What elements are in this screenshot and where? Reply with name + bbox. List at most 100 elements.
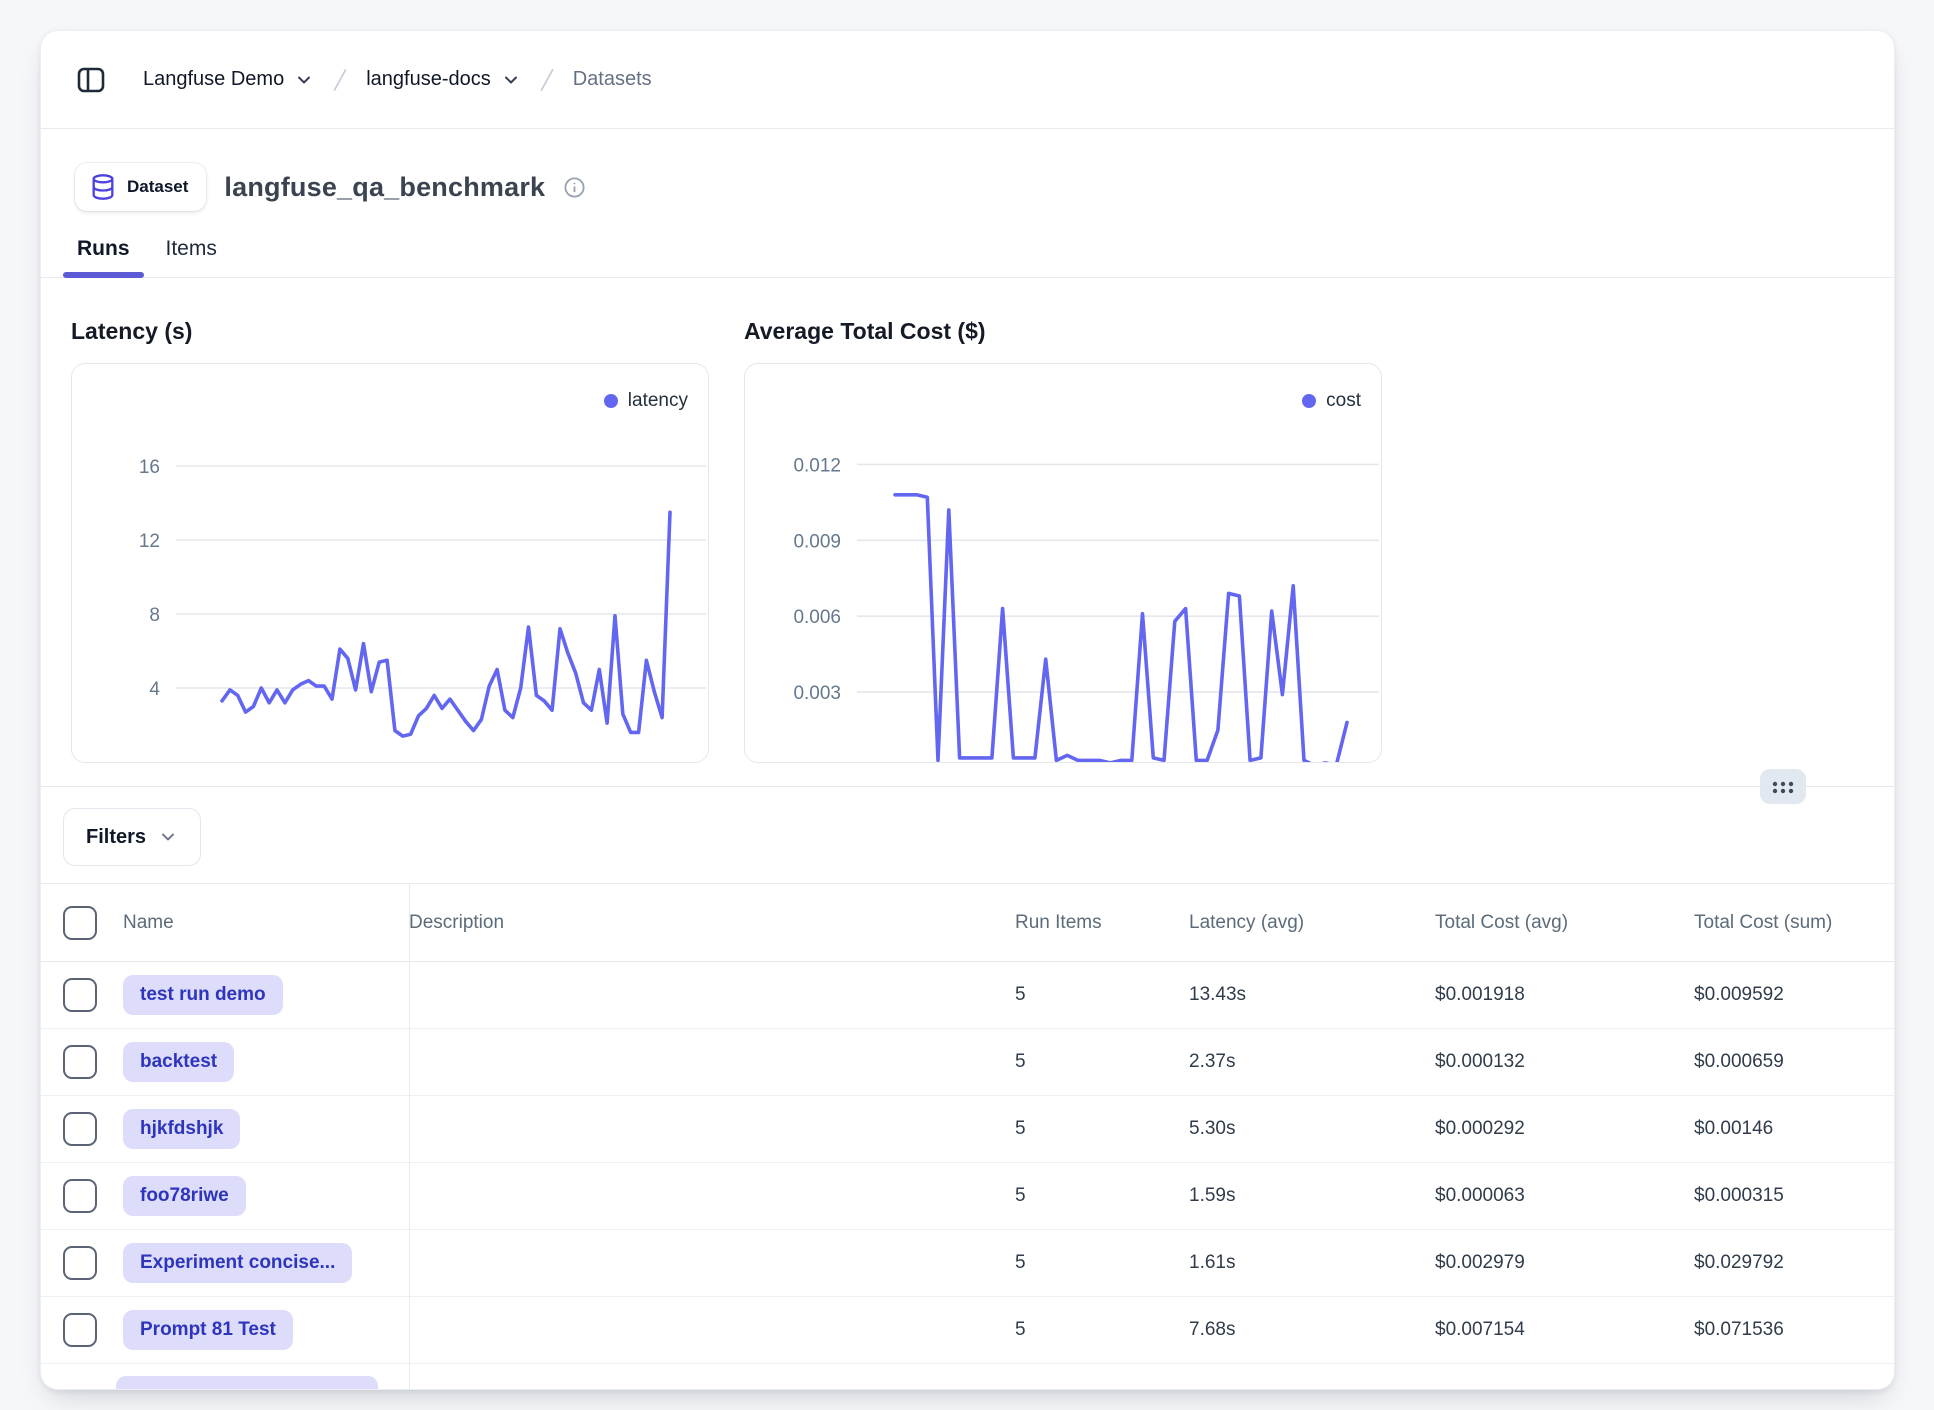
- cell-latency-avg: 1.59s: [1189, 1185, 1435, 1207]
- cell-run-items: 5: [1015, 984, 1189, 1006]
- row-checkbox[interactable]: [63, 1045, 97, 1079]
- filters-button[interactable]: Filters: [63, 808, 201, 866]
- row-checkbox[interactable]: [63, 1313, 97, 1347]
- cell-latency-avg: 2.37s: [1189, 1051, 1435, 1073]
- run-name-chip[interactable]: hjkfdshjk: [123, 1109, 240, 1149]
- run-name-chip[interactable]: backtest: [123, 1042, 234, 1082]
- svg-text:16: 16: [139, 457, 160, 478]
- table-row[interactable]: backtest 5 2.37s $0.000132 $0.000659: [41, 1029, 1894, 1096]
- tab-bar: Runs Items: [41, 223, 1894, 278]
- cell-total-cost-sum: $0.009592: [1694, 984, 1894, 1006]
- cell-total-cost-sum: $0.000659: [1694, 1051, 1894, 1073]
- chevron-down-icon: [294, 70, 314, 90]
- cell-total-cost-avg: $0.001918: [1435, 984, 1694, 1006]
- cell-latency-avg: 5.30s: [1189, 1118, 1435, 1140]
- column-header-run-items[interactable]: Run Items: [1015, 912, 1189, 934]
- table-row[interactable]: hjkfdshjk 5 5.30s $0.000292 $0.00146: [41, 1096, 1894, 1163]
- table-row[interactable]: Experiment concise... 5 1.61s $0.002979 …: [41, 1230, 1894, 1297]
- cell-run-items: 5: [1015, 1252, 1189, 1274]
- table-row-partial: [41, 1364, 1894, 1390]
- cell-run-items: 5: [1015, 1118, 1189, 1140]
- column-header-total-cost-avg[interactable]: Total Cost (avg): [1435, 912, 1694, 934]
- database-icon: [89, 173, 117, 201]
- legend-label: latency: [628, 390, 688, 412]
- latency-legend: latency: [604, 390, 688, 412]
- app-window: Langfuse Demo langfuse-docs Datasets: [40, 30, 1895, 1390]
- svg-text:0.006: 0.006: [793, 607, 841, 628]
- svg-text:0.009: 0.009: [793, 531, 841, 552]
- sidebar-toggle-button[interactable]: [75, 64, 107, 96]
- row-checkbox[interactable]: [63, 1246, 97, 1280]
- cell-total-cost-avg: $0.002979: [1435, 1252, 1694, 1274]
- cell-latency-avg: 13.43s: [1189, 984, 1435, 1006]
- run-name-chip[interactable]: Experiment concise...: [123, 1243, 352, 1283]
- table-row[interactable]: foo78riwe 5 1.59s $0.000063 $0.000315: [41, 1163, 1894, 1230]
- tab-runs[interactable]: Runs: [63, 237, 144, 277]
- dataset-badge-label: Dataset: [127, 177, 188, 197]
- page-title: langfuse_qa_benchmark: [224, 172, 545, 203]
- breadcrumb-datasets[interactable]: Datasets: [573, 68, 652, 91]
- table-header-row: Name Description Run Items Latency (avg)…: [41, 884, 1894, 962]
- select-all-checkbox[interactable]: [63, 906, 97, 940]
- cell-latency-avg: 7.68s: [1189, 1319, 1435, 1341]
- run-name-chip-partial: [116, 1376, 378, 1390]
- cell-latency-avg: 1.61s: [1189, 1252, 1435, 1274]
- filters-button-label: Filters: [86, 826, 146, 849]
- column-header-description[interactable]: Description: [409, 912, 1015, 934]
- svg-text:8: 8: [149, 605, 160, 626]
- latency-chart: latency 16 12 8 4: [71, 363, 709, 763]
- charts-section: Latency (s) latency 161284 Average Total…: [41, 278, 1894, 763]
- breadcrumb-organization[interactable]: langfuse-docs: [366, 68, 521, 91]
- run-name-chip[interactable]: foo78riwe: [123, 1176, 246, 1216]
- legend-dot-icon: [604, 394, 618, 408]
- latency-chart-title: Latency (s): [71, 316, 709, 346]
- cell-total-cost-avg: $0.007154: [1435, 1319, 1694, 1341]
- cell-total-cost-avg: $0.000292: [1435, 1118, 1694, 1140]
- table-row[interactable]: Prompt 81 Test 5 7.68s $0.007154 $0.0715…: [41, 1297, 1894, 1364]
- cell-total-cost-avg: $0.000063: [1435, 1185, 1694, 1207]
- svg-text:0.012: 0.012: [793, 455, 841, 476]
- dataset-badge: Dataset: [75, 163, 206, 211]
- cell-run-items: 5: [1015, 1319, 1189, 1341]
- latency-line-plot: 16 12 8 4: [72, 364, 708, 762]
- chevron-down-icon: [158, 827, 178, 847]
- resize-handle[interactable]: [1760, 769, 1806, 804]
- cell-total-cost-sum: $0.00146: [1694, 1118, 1894, 1140]
- breadcrumb-separator: [537, 67, 557, 93]
- filters-section: Filters: [41, 787, 1894, 883]
- column-header-name[interactable]: Name: [123, 912, 174, 934]
- breadcrumb: Langfuse Demo langfuse-docs Datasets: [143, 67, 652, 93]
- cell-run-items: 5: [1015, 1051, 1189, 1073]
- runs-table: Name Description Run Items Latency (avg)…: [41, 883, 1894, 1390]
- table-row[interactable]: test run demo 5 13.43s $0.001918 $0.0095…: [41, 962, 1894, 1029]
- svg-text:12: 12: [139, 531, 160, 552]
- row-checkbox[interactable]: [63, 978, 97, 1012]
- panel-left-icon: [75, 64, 107, 96]
- run-name-chip[interactable]: Prompt 81 Test: [123, 1310, 293, 1350]
- cost-line-plot: 0.012 0.009 0.006 0.003: [745, 364, 1381, 762]
- run-name-chip[interactable]: test run demo: [123, 975, 283, 1015]
- grip-dots-icon: [1770, 779, 1796, 795]
- breadcrumb-separator: [330, 67, 350, 93]
- tab-items[interactable]: Items: [152, 237, 231, 277]
- breadcrumb-project[interactable]: Langfuse Demo: [143, 68, 314, 91]
- cell-total-cost-avg: $0.000132: [1435, 1051, 1694, 1073]
- topbar: Langfuse Demo langfuse-docs Datasets: [41, 31, 1894, 129]
- svg-text:4: 4: [149, 679, 160, 700]
- svg-text:0.003: 0.003: [793, 683, 841, 704]
- row-checkbox[interactable]: [63, 1112, 97, 1146]
- cost-chart: cost 0.012 0.009 0.006 0.003: [744, 363, 1382, 763]
- row-checkbox[interactable]: [63, 1179, 97, 1213]
- cell-total-cost-sum: $0.000315: [1694, 1185, 1894, 1207]
- legend-dot-icon: [1302, 394, 1316, 408]
- cost-legend: cost: [1302, 390, 1361, 412]
- cell-run-items: 5: [1015, 1185, 1189, 1207]
- column-header-latency-avg[interactable]: Latency (avg): [1189, 912, 1435, 934]
- legend-label: cost: [1326, 390, 1361, 412]
- dataset-header: Dataset langfuse_qa_benchmark: [41, 129, 1894, 223]
- info-icon[interactable]: [563, 176, 586, 199]
- chevron-down-icon: [501, 70, 521, 90]
- column-header-total-cost-sum[interactable]: Total Cost (sum): [1694, 912, 1894, 934]
- breadcrumb-project-label: Langfuse Demo: [143, 68, 284, 91]
- cell-total-cost-sum: $0.071536: [1694, 1319, 1894, 1341]
